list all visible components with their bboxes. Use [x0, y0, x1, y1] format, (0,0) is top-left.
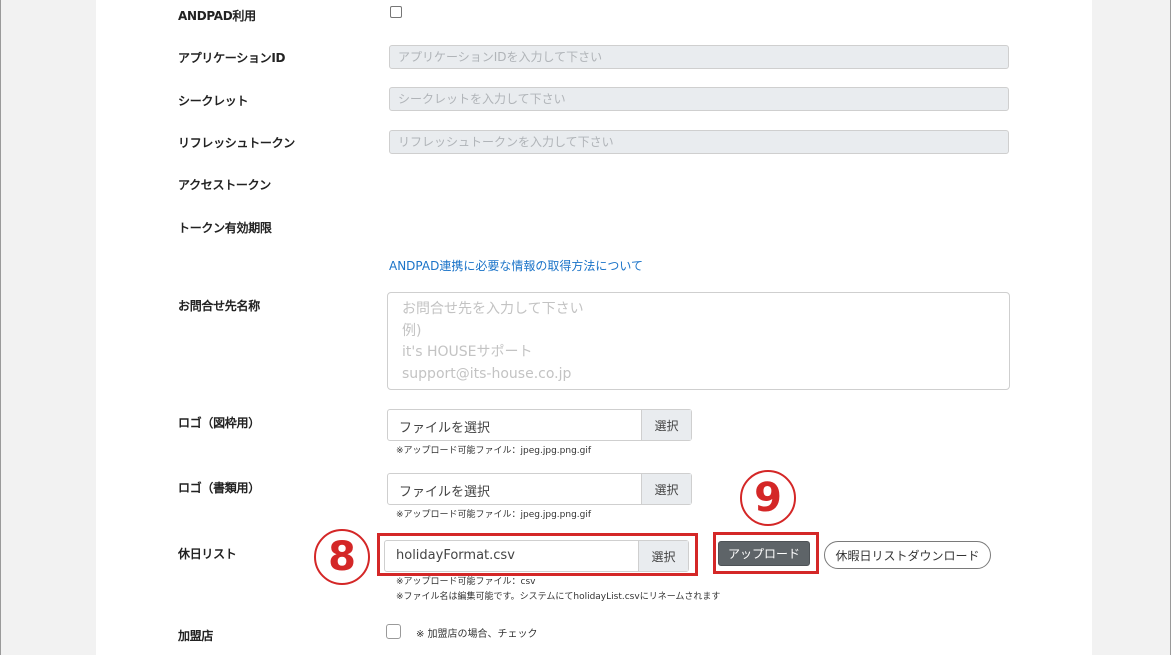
refresh-token-input[interactable] [389, 130, 1009, 154]
step9-highlight-box [713, 532, 819, 574]
franchise-checkbox[interactable] [386, 624, 401, 639]
app-id-input[interactable] [389, 45, 1009, 69]
token-expiry-label: トークン有効期限 [178, 221, 272, 235]
logo-frame-label: ロゴ（図枠用） [178, 416, 260, 430]
contact-label: お問合せ先名称 [178, 299, 260, 313]
andpad-use-label: ANDPAD利用 [178, 9, 256, 23]
logo-frame-select-button[interactable]: 選択 [641, 410, 691, 440]
logo-frame-file-input[interactable]: ファイルを選択 選択 [387, 409, 692, 441]
andpad-help-link[interactable]: ANDPAD連携に必要な情報の取得方法について [389, 257, 643, 274]
holiday-list-note: ※アップロード可能ファイル：csv [396, 577, 536, 587]
app-id-label: アプリケーションID [178, 51, 286, 65]
logo-doc-select-button[interactable]: 選択 [641, 474, 691, 504]
logo-doc-file-input[interactable]: ファイルを選択 選択 [387, 473, 692, 505]
step8-marker: 8 [314, 529, 370, 585]
left-frame-border [0, 0, 1, 655]
secret-input[interactable] [389, 87, 1009, 111]
contact-placeholder-line: it's HOUSEサポート [402, 344, 533, 360]
refresh-token-label: リフレッシュトークン [178, 136, 296, 150]
holiday-download-button[interactable]: 休暇日リストダウンロード [824, 541, 991, 569]
step8-highlight-box [377, 533, 698, 576]
holiday-list-rename-note: ※ファイル名は編集可能です。システムにてholidayList.csvにリネーム… [396, 592, 721, 602]
logo-frame-file-name: ファイルを選択 [399, 421, 491, 436]
holiday-list-label: 休日リスト [178, 547, 237, 561]
andpad-use-checkbox[interactable] [390, 6, 402, 18]
contact-placeholder-line: support@its-house.co.jp [402, 365, 572, 382]
franchise-note: ※ 加盟店の場合、チェック [416, 629, 538, 640]
secret-label: シークレット [178, 94, 249, 108]
contact-placeholder-line: 例) [402, 322, 422, 339]
access-token-label: アクセストークン [178, 178, 272, 192]
step9-marker: 9 [740, 470, 796, 526]
logo-doc-label: ロゴ（書類用） [178, 481, 260, 495]
logo-doc-file-name: ファイルを選択 [399, 485, 491, 500]
logo-frame-note: ※アップロード可能ファイル：jpeg.jpg.png.gif [396, 446, 592, 456]
contact-placeholder-line: お問合せ先を入力して下さい [402, 301, 584, 317]
franchise-label: 加盟店 [178, 629, 214, 643]
contact-textarea[interactable]: お問合せ先を入力して下さい 例) it's HOUSEサポート support@… [387, 292, 1010, 390]
logo-doc-note: ※アップロード可能ファイル：jpeg.jpg.png.gif [396, 510, 592, 520]
